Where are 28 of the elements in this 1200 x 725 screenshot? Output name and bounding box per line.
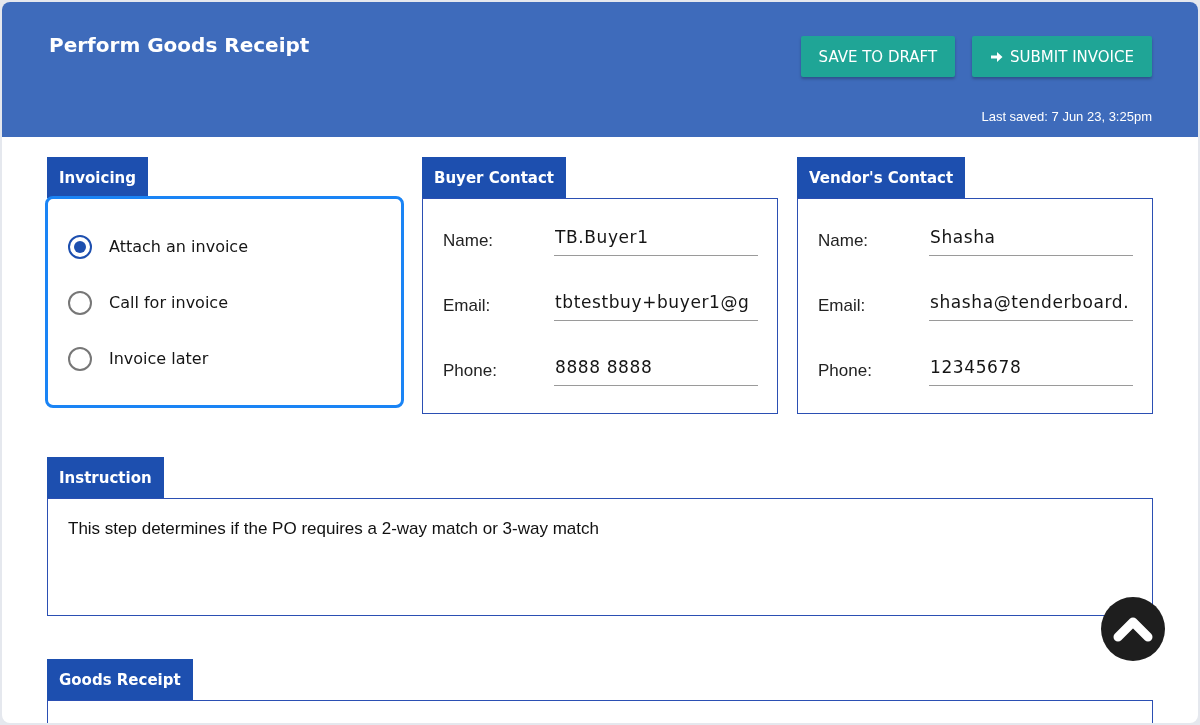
field-label: Name: <box>443 231 494 252</box>
text-input[interactable]: Shasha <box>929 219 1133 256</box>
chevron-up-icon <box>1113 616 1153 642</box>
field-label: Email: <box>443 296 491 317</box>
arrow-right-icon <box>990 50 1004 63</box>
radio-button[interactable] <box>68 347 92 371</box>
radio-label: Invoice later <box>109 349 209 369</box>
instruction-text: This step determines if the PO requires a 2-way match or 3-way match <box>68 519 599 539</box>
text-input[interactable]: shasha@tenderboard. <box>929 284 1133 321</box>
text-input[interactable]: 12345678 <box>929 349 1133 386</box>
section-heading: Goods Receipt <box>47 659 193 700</box>
field-label: Email: <box>818 296 866 317</box>
field-label: Name: <box>818 231 869 252</box>
field-label: Phone: <box>443 361 497 382</box>
radio-button[interactable] <box>68 235 92 259</box>
section-heading: Invoicing <box>47 157 148 198</box>
section-heading: Instruction <box>47 457 164 498</box>
section-heading: Buyer Contact <box>422 157 567 198</box>
text-input[interactable]: 8888 8888 <box>554 349 758 386</box>
field-label: Phone: <box>818 361 872 382</box>
text-input[interactable]: TB.Buyer1 <box>554 219 758 256</box>
radio-button[interactable] <box>68 291 92 315</box>
radio-label: Call for invoice <box>109 293 228 313</box>
text-input[interactable]: tbtestbuy+buyer1@g <box>554 284 758 321</box>
radio-label: Attach an invoice <box>109 237 248 257</box>
page-title: Perform Goods Receipt <box>49 32 310 59</box>
section-heading: Vendor's Contact <box>797 157 966 198</box>
last-saved-text: Last saved: 7 Jun 23, 3:25pm <box>981 109 1152 125</box>
